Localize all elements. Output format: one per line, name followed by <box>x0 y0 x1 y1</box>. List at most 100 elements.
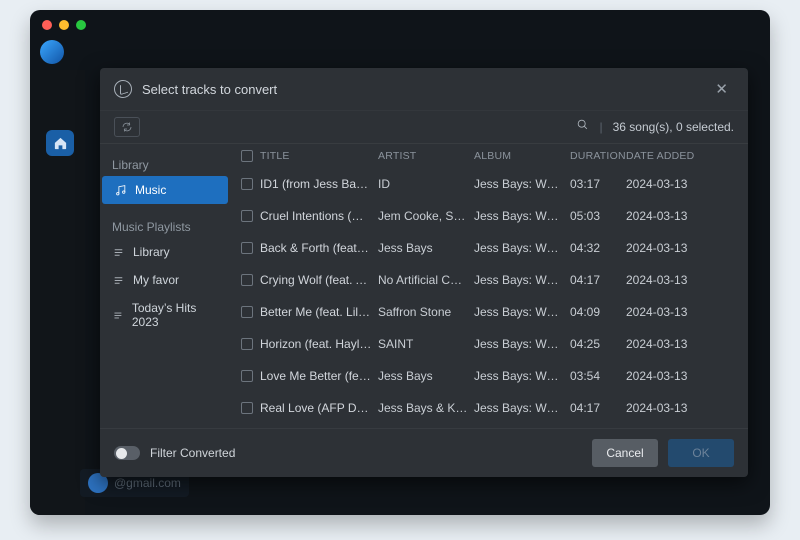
modal-sidebar: Library Music Music Playlists Library My… <box>100 144 230 428</box>
cell-artist: Jess Bays <box>378 241 474 255</box>
sidebar-section-library: Library <box>100 152 230 176</box>
app-window: @gmail.com Select tracks to convert ✕ | … <box>30 10 770 515</box>
cell-title: ID1 (from Jess Bays: W… <box>260 177 378 191</box>
cell-album: Jess Bays: Women I… <box>474 305 570 319</box>
table-body: ID1 (from Jess Bays: W…IDJess Bays: Wome… <box>230 168 748 424</box>
cancel-button[interactable]: Cancel <box>592 439 658 467</box>
cell-duration: 04:17 <box>570 273 626 287</box>
list-icon <box>112 274 125 287</box>
ok-button[interactable]: OK <box>668 439 734 467</box>
cell-album: Jess Bays: Women I… <box>474 401 570 415</box>
tracks-table: TITLE ARTIST ALBUM DURATION DATE ADDED I… <box>230 144 748 428</box>
row-checkbox[interactable] <box>241 210 253 222</box>
sidebar-section-playlists: Music Playlists <box>100 214 230 238</box>
table-row[interactable]: Cruel Intentions (Mixed)Jem Cooke, Sam D… <box>230 200 748 232</box>
cell-title: Crying Wolf (feat. Alex … <box>260 273 378 287</box>
toolbar-separator: | <box>599 120 602 134</box>
row-checkbox[interactable] <box>241 274 253 286</box>
table-row[interactable]: Crying Wolf (feat. Alex …No Artificial C… <box>230 264 748 296</box>
music-note-icon <box>114 80 132 98</box>
list-icon <box>112 309 124 322</box>
modal-title: Select tracks to convert <box>142 82 699 97</box>
cell-title: Love Me Better (feat. L… <box>260 369 378 383</box>
table-row[interactable]: Horizon (feat. Hayley …SAINTJess Bays: W… <box>230 328 748 360</box>
filter-converted-label: Filter Converted <box>150 446 582 460</box>
cell-album: Jess Bays: Women I… <box>474 241 570 255</box>
search-icon[interactable] <box>576 118 589 136</box>
window-traffic-lights <box>42 20 86 30</box>
cell-artist: Jem Cooke, Sam D… <box>378 209 474 223</box>
cell-album: Jess Bays: Women I… <box>474 369 570 383</box>
cell-title: Horizon (feat. Hayley … <box>260 337 378 351</box>
cell-date: 2024-03-13 <box>626 177 738 191</box>
select-tracks-modal: Select tracks to convert ✕ | 36 song(s),… <box>100 68 748 477</box>
col-duration[interactable]: DURATION <box>570 150 626 162</box>
table-row[interactable]: Back & Forth (feat. Lily …Jess BaysJess … <box>230 232 748 264</box>
cell-duration: 04:32 <box>570 241 626 255</box>
cell-date: 2024-03-13 <box>626 401 738 415</box>
sidebar-item-label: Music <box>135 183 166 197</box>
cell-duration: 04:09 <box>570 305 626 319</box>
table-row[interactable]: Better Me (feat. Lily Mc…Saffron StoneJe… <box>230 296 748 328</box>
selection-status: 36 song(s), 0 selected. <box>613 120 734 134</box>
col-date[interactable]: DATE ADDED <box>626 150 738 162</box>
row-checkbox[interactable] <box>241 242 253 254</box>
filter-converted-toggle[interactable] <box>114 446 140 460</box>
cell-album: Jess Bays: Women I… <box>474 209 570 223</box>
col-album[interactable]: ALBUM <box>474 150 570 162</box>
row-checkbox[interactable] <box>241 370 253 382</box>
bg-avatar-icon <box>40 40 64 64</box>
cell-artist: Saffron Stone <box>378 305 474 319</box>
sidebar-item-music[interactable]: Music <box>102 176 228 204</box>
minimize-window-dot[interactable] <box>59 20 69 30</box>
cell-duration: 03:54 <box>570 369 626 383</box>
select-all-checkbox[interactable] <box>241 150 253 162</box>
sidebar-item-label: Today’s Hits 2023 <box>132 301 218 329</box>
cell-artist: ID <box>378 177 474 191</box>
cell-album: Jess Bays: Women I… <box>474 337 570 351</box>
col-artist[interactable]: ARTIST <box>378 150 474 162</box>
cell-artist: Jess Bays <box>378 369 474 383</box>
sidebar-item-label: Library <box>133 245 170 259</box>
row-checkbox[interactable] <box>241 338 253 350</box>
cell-album: Jess Bays: Women I… <box>474 273 570 287</box>
cell-date: 2024-03-13 <box>626 337 738 351</box>
table-row[interactable]: Real Love (AFP Deep L…Jess Bays & Kelli-… <box>230 392 748 424</box>
bg-home-icon <box>46 130 74 156</box>
sidebar-item-my-favor[interactable]: My favor <box>100 266 230 294</box>
cell-artist: No Artificial Colours <box>378 273 474 287</box>
cell-duration: 04:17 <box>570 401 626 415</box>
sidebar-item-library[interactable]: Library <box>100 238 230 266</box>
table-header: TITLE ARTIST ALBUM DURATION DATE ADDED <box>230 144 748 168</box>
close-icon[interactable]: ✕ <box>709 78 734 100</box>
col-title[interactable]: TITLE <box>260 150 378 162</box>
sidebar-item-label: My favor <box>133 273 179 287</box>
table-row[interactable]: Love Me Better (feat. L…Jess BaysJess Ba… <box>230 360 748 392</box>
cell-duration: 03:17 <box>570 177 626 191</box>
sidebar-item-todays-hits[interactable]: Today’s Hits 2023 <box>100 294 230 336</box>
row-checkbox[interactable] <box>241 306 253 318</box>
cell-date: 2024-03-13 <box>626 273 738 287</box>
cell-title: Cruel Intentions (Mixed) <box>260 209 378 223</box>
cell-album: Jess Bays: Women I… <box>474 177 570 191</box>
table-row[interactable]: ID1 (from Jess Bays: W…IDJess Bays: Wome… <box>230 168 748 200</box>
cell-duration: 05:03 <box>570 209 626 223</box>
row-checkbox[interactable] <box>241 178 253 190</box>
modal-header: Select tracks to convert ✕ <box>100 68 748 110</box>
cell-title: Better Me (feat. Lily Mc… <box>260 305 378 319</box>
cell-artist: Jess Bays & Kelli-L… <box>378 401 474 415</box>
cell-date: 2024-03-13 <box>626 209 738 223</box>
modal-toolbar: | 36 song(s), 0 selected. <box>100 110 748 144</box>
cell-date: 2024-03-13 <box>626 241 738 255</box>
cell-title: Back & Forth (feat. Lily … <box>260 241 378 255</box>
cell-date: 2024-03-13 <box>626 369 738 383</box>
modal-footer: Filter Converted Cancel OK <box>100 428 748 477</box>
row-checkbox[interactable] <box>241 402 253 414</box>
bg-account-email: @gmail.com <box>114 476 181 490</box>
close-window-dot[interactable] <box>42 20 52 30</box>
cell-artist: SAINT <box>378 337 474 351</box>
maximize-window-dot[interactable] <box>76 20 86 30</box>
cell-date: 2024-03-13 <box>626 305 738 319</box>
refresh-button[interactable] <box>114 117 140 137</box>
cell-title: Real Love (AFP Deep L… <box>260 401 378 415</box>
